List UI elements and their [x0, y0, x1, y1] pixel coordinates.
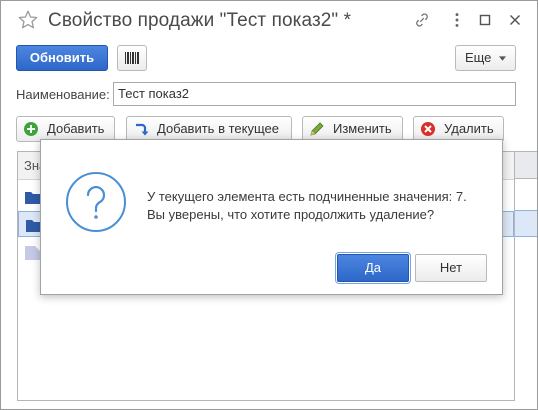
- star-icon[interactable]: [17, 9, 39, 31]
- dialog-message: У текущего элемента есть подчиненные зна…: [147, 188, 467, 224]
- dialog-message-line1: У текущего элемента есть подчиненные зна…: [147, 189, 467, 204]
- add-label: Добавить: [47, 121, 105, 136]
- barcode-button[interactable]: [117, 45, 147, 71]
- refresh-button[interactable]: Обновить: [16, 45, 108, 71]
- name-input[interactable]: Тест показ2: [113, 82, 516, 106]
- property-window: Свойство продажи "Тест показ2" * Обновит…: [0, 0, 538, 410]
- folder-icon: [25, 192, 41, 204]
- no-button[interactable]: Нет: [415, 254, 487, 282]
- pencil-icon: [310, 122, 324, 136]
- more-button[interactable]: Еще: [455, 45, 516, 71]
- yes-button[interactable]: Да: [337, 254, 409, 282]
- window-title: Свойство продажи "Тест показ2" *: [48, 10, 352, 31]
- selected-row-edge: [515, 210, 537, 237]
- dialog-message-line2: Вы уверены, что хотите продолжить удален…: [147, 207, 435, 222]
- edit-label: Изменить: [333, 121, 392, 136]
- barcode-icon: [125, 52, 139, 64]
- confirm-delete-dialog: У текущего элемента есть подчиненные зна…: [40, 139, 503, 295]
- more-label: Еще: [464, 50, 492, 65]
- list-header-edge: [515, 151, 537, 179]
- delete-icon: [421, 122, 435, 136]
- maximize-icon[interactable]: [476, 11, 494, 29]
- title-bar: Свойство продажи "Тест показ2" *: [1, 1, 537, 41]
- item-icon: [25, 246, 41, 260]
- name-label: Наименование:: [16, 87, 110, 102]
- chevron-down-icon: [499, 56, 507, 61]
- link-icon[interactable]: [413, 11, 431, 29]
- add-icon: [24, 122, 38, 136]
- more-vertical-icon[interactable]: [448, 11, 466, 29]
- question-icon: [66, 172, 126, 232]
- add-into-label: Добавить в текущее: [157, 121, 279, 136]
- delete-label: Удалить: [444, 121, 494, 136]
- add-into-icon: [136, 123, 149, 136]
- close-icon[interactable]: [506, 11, 524, 29]
